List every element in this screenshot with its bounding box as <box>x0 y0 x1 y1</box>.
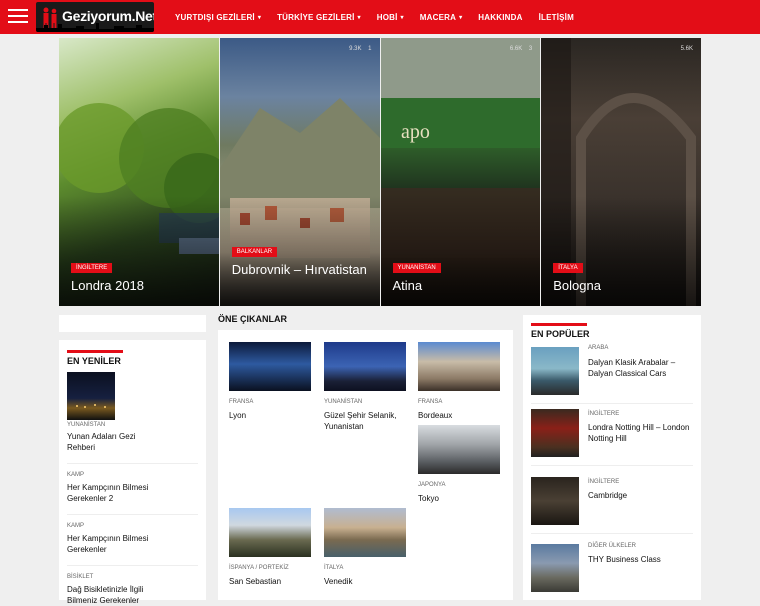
post-title[interactable]: Lyon <box>229 410 311 421</box>
post-thumbnail[interactable] <box>324 508 406 557</box>
hero-category-badge[interactable]: İNGİLTERE <box>71 263 113 273</box>
post-title[interactable]: Her Kampçının Bilmesi Gerekenler 2 <box>67 482 162 504</box>
post-title[interactable]: Bordeaux <box>418 410 500 421</box>
nav-item-label: İLETİŞİM <box>538 12 574 22</box>
hero-stats: 6.6K 3 <box>510 46 532 52</box>
divider <box>67 463 198 464</box>
post-category[interactable]: İNGİLTERE <box>588 411 619 417</box>
post-thumbnail[interactable] <box>229 342 311 391</box>
post-title[interactable]: Dalyan Klasik Arabalar – Dalyan Classica… <box>588 357 693 379</box>
post-thumbnail[interactable] <box>418 425 500 474</box>
post-category[interactable]: DİĞER ÜLKELER <box>588 543 636 549</box>
post-title[interactable]: Yunan Adaları Gezi Rehberi <box>67 431 147 453</box>
latest-section-title: EN YENİLER <box>67 356 121 366</box>
latest-posts-widget: EN YENİLER YUNANİSTAN Yunan Adaları Gezi… <box>59 340 206 605</box>
post-title[interactable]: Tokyo <box>418 493 500 504</box>
nav-item-label: MACERA <box>419 12 457 22</box>
post-category[interactable]: İNGİLTERE <box>588 479 619 485</box>
post-title[interactable]: Güzel Şehir Selanik, Yunanistan <box>324 410 409 432</box>
post-thumbnail[interactable] <box>531 477 579 525</box>
chevron-down-icon: ▾ <box>357 14 361 21</box>
post-category[interactable]: ARABA <box>588 345 608 351</box>
post-title[interactable]: San Sebastian <box>229 576 311 587</box>
divider <box>67 514 198 515</box>
hero-title[interactable]: Bologna <box>553 278 693 294</box>
comments-count: 3 <box>528 46 533 52</box>
main-nav: YURTDIŞI GEZİLERİ ▾ TÜRKİYE GEZİLERİ ▾ HOB… <box>175 0 590 34</box>
divider <box>531 465 693 466</box>
post-category[interactable]: KAMP <box>67 472 198 478</box>
hero-card-atina[interactable]: apo 6.6K 3 YUNANİSTAN Atina <box>380 38 541 306</box>
post-title[interactable]: Londra Notting Hill – London Notting Hil… <box>588 422 693 444</box>
divider <box>531 403 693 404</box>
nav-item-label: YURTDIŞI GEZİLERİ <box>175 12 255 22</box>
hero-grid: İNGİLTERE Londra 2018 9.3K 1 BALKANLAR D… <box>59 38 701 306</box>
nav-item-yurtdisi[interactable]: YURTDIŞI GEZİLERİ ▾ <box>175 13 261 22</box>
post-category[interactable]: YUNANİSTAN <box>67 422 198 428</box>
nav-item-label: HAKKINDA <box>478 12 523 22</box>
post-thumbnail[interactable] <box>531 347 579 395</box>
hero-category-badge[interactable]: YUNANİSTAN <box>392 263 441 273</box>
search-box-placeholder <box>59 315 206 332</box>
divider <box>531 533 693 534</box>
post-thumbnail[interactable] <box>531 409 579 457</box>
post-category[interactable]: KAMP <box>67 523 198 529</box>
post-category[interactable]: FRANSA <box>229 399 253 405</box>
chevron-down-icon: ▾ <box>257 14 262 21</box>
popular-section-title: EN POPÜLER <box>531 329 590 339</box>
post-thumbnail[interactable] <box>418 342 500 391</box>
hero-card-londra[interactable]: İNGİLTERE Londra 2018 <box>59 38 219 306</box>
hero-stats: 5.6K <box>681 46 693 52</box>
harbor-photo <box>76 404 106 408</box>
hero-title[interactable]: Londra 2018 <box>71 278 211 294</box>
chevron-down-icon: ▾ <box>400 14 404 21</box>
hero-stats: 9.3K 1 <box>349 46 371 52</box>
post-thumbnail[interactable] <box>229 508 311 557</box>
nav-item-hakkinda[interactable]: HAKKINDA <box>478 13 522 22</box>
hero-title[interactable]: Atina <box>393 278 533 294</box>
skyline-icon <box>36 23 154 32</box>
post-thumbnail[interactable] <box>531 544 579 592</box>
post-title[interactable]: Dağ Bisikletinizle İlgili Bilmeniz Gerek… <box>67 584 162 606</box>
post-thumbnail[interactable] <box>67 372 115 420</box>
post-category[interactable]: İSPANYA / PORTEKİZ <box>229 565 289 571</box>
views-count: 9.3K <box>349 46 362 52</box>
divider <box>67 565 198 566</box>
nav-item-label: TÜRKİYE GEZİLERİ <box>277 12 355 22</box>
svg-text:apo: apo <box>401 121 430 143</box>
nav-item-turkiye[interactable]: TÜRKİYE GEZİLERİ ▾ <box>277 13 361 22</box>
views-count: 6.6K <box>509 46 523 52</box>
post-title[interactable]: THY Business Class <box>588 554 693 565</box>
views-count: 5.6K <box>680 46 693 52</box>
hero-category-badge[interactable]: İTALYA <box>553 263 583 273</box>
post-category[interactable]: YUNANİSTAN <box>324 399 362 405</box>
section-accent-bar <box>67 350 123 353</box>
featured-section-title: ÖNE ÇIKANLAR <box>218 314 287 324</box>
hero-category-badge[interactable]: BALKANLAR <box>231 247 278 257</box>
hamburger-menu-icon[interactable] <box>8 9 28 25</box>
hero-card-dubrovnik[interactable]: 9.3K 1 BALKANLAR Dubrovnik – Hırvatistan <box>219 38 380 306</box>
chevron-down-icon: ▾ <box>459 14 463 21</box>
hero-card-bologna[interactable]: 5.6K İTALYA Bologna <box>541 38 701 306</box>
nav-item-macera[interactable]: MACERA ▾ <box>420 13 463 22</box>
post-thumbnail[interactable] <box>324 342 406 391</box>
comments-count: 1 <box>368 46 372 52</box>
nav-item-hobi[interactable]: HOBİ ▾ <box>377 13 404 22</box>
post-title[interactable]: Venedik <box>324 576 406 587</box>
nav-item-iletisim[interactable]: İLETİŞİM <box>539 13 574 22</box>
post-category[interactable]: BİSİKLET <box>67 574 198 580</box>
hero-title[interactable]: Dubrovnik – Hırvatistan <box>232 262 372 278</box>
post-category[interactable]: FRANSA <box>418 399 442 405</box>
post-category[interactable]: JAPONYA <box>418 482 446 488</box>
post-title[interactable]: Her Kampçının Bilmesi Gerekenler <box>67 533 162 555</box>
popular-posts-widget: EN POPÜLER ARABA Dalyan Klasik Arabalar … <box>523 315 701 600</box>
post-title[interactable]: Cambridge <box>588 490 693 501</box>
section-accent-bar <box>531 323 587 326</box>
top-navigation-bar: Geziyorum.Net YURTDIŞI GEZİLERİ ▾ TÜRKİYE… <box>0 0 760 34</box>
post-category[interactable]: İTALYA <box>324 565 343 571</box>
site-logo[interactable]: Geziyorum.Net <box>36 2 154 32</box>
nav-item-label: HOBİ <box>376 12 398 22</box>
featured-grid: FRANSA Lyon YUNANİSTAN Güzel Şehir Selan… <box>218 330 513 600</box>
